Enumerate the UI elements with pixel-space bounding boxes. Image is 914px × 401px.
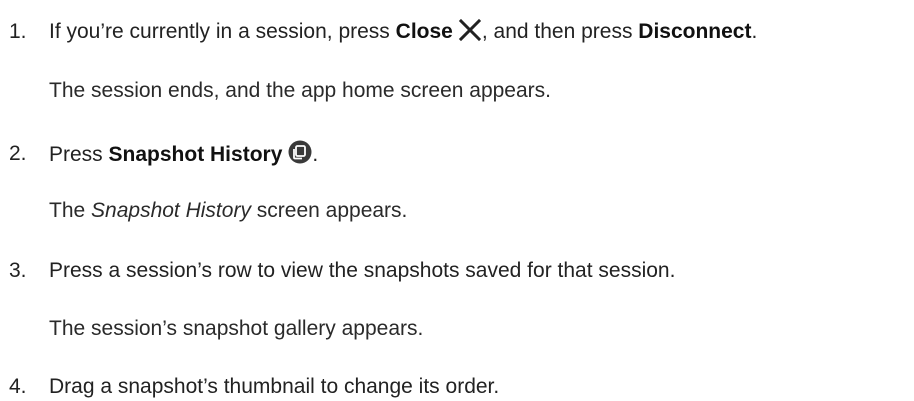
step-number: 1. [9, 20, 27, 43]
snapshot-history-icon [288, 140, 312, 172]
result-segment: The [49, 199, 92, 222]
snapshot-history-screen-name: Snapshot History [91, 199, 251, 222]
step-1-result: The session ends, and the app home scree… [49, 79, 551, 102]
step-text-segment: If you’re currently in a session, press [49, 20, 396, 43]
step-3-text: Press a session’s row to view the snapsh… [49, 259, 676, 282]
result-segment: screen appears. [250, 199, 408, 222]
step-number: 4. [9, 375, 27, 398]
step-text-segment: , and then press [481, 20, 639, 43]
disconnect-button-label: Disconnect [638, 20, 752, 43]
step-1-text: If you’re currently in a session, press … [49, 18, 757, 50]
close-button-label: Close [395, 20, 453, 43]
close-x-icon [458, 18, 482, 50]
snapshot-history-label: Snapshot History [108, 143, 283, 166]
step-number: 2. [9, 142, 27, 165]
step-4-text: Drag a snapshot’s thumbnail to change it… [49, 375, 500, 398]
step-text-segment: . [312, 143, 319, 166]
instruction-steps: 1. If you’re currently in a session, pre… [0, 0, 914, 398]
step-text-segment: . [751, 20, 758, 43]
step-3-result: The session’s snapshot gallery appears. [49, 317, 424, 340]
step-2-result: The Snapshot History screen appears. [49, 197, 407, 225]
step-2-text: Press Snapshot History. [49, 140, 318, 172]
step-number: 3. [9, 259, 27, 282]
step-text-segment: Press [49, 143, 109, 166]
